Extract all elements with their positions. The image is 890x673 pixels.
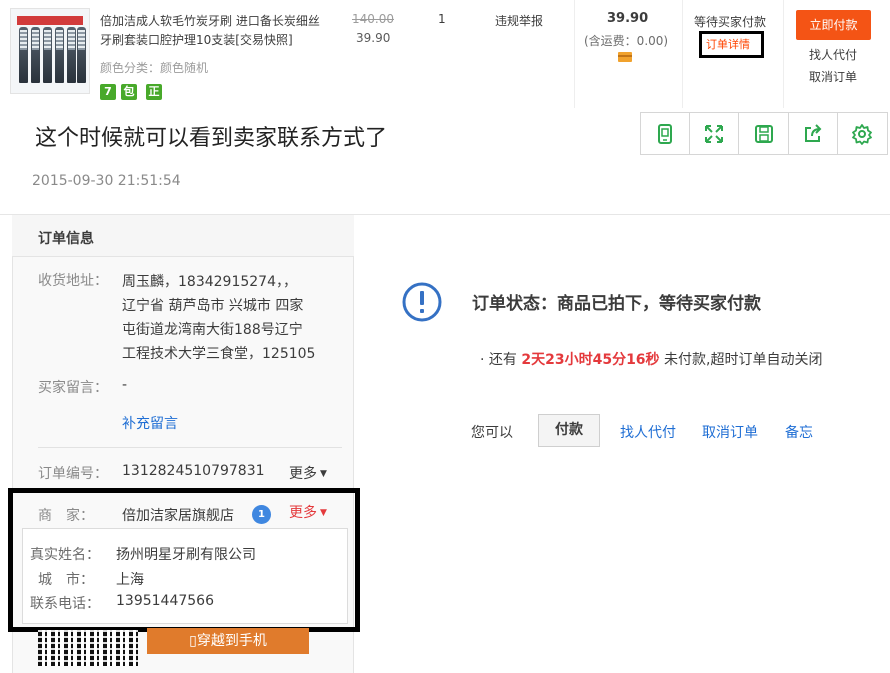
order-number: 1312824510797831 bbox=[122, 463, 265, 479]
product-title-line2: 牙刷套装口腔护理10支装[交易快照] bbox=[100, 33, 293, 47]
action-prompt: 您可以 bbox=[471, 425, 513, 441]
timestamp: 2015-09-30 21:51:54 bbox=[32, 173, 181, 189]
phone-icon[interactable] bbox=[641, 113, 691, 154]
order-number-label: 订单编号： bbox=[38, 466, 108, 482]
order-more-dropdown[interactable]: 更多 ▼ bbox=[289, 463, 327, 483]
countdown-prefix: · 还有 bbox=[480, 352, 522, 368]
report-violation-link[interactable]: 违规举报 bbox=[495, 12, 543, 29]
buyer-message-value: - bbox=[122, 377, 128, 393]
fullscreen-icon[interactable] bbox=[690, 113, 740, 154]
column-divider bbox=[783, 0, 784, 108]
seven-day-return-badge-icon[interactable]: 7 bbox=[100, 84, 116, 100]
pay-button[interactable]: 付款 bbox=[538, 414, 600, 447]
cancel-order-link[interactable]: 取消订单 bbox=[809, 68, 857, 85]
phone-icon: ▯ bbox=[189, 633, 197, 649]
tutorial-caption: 这个时候就可以看到卖家联系方式了 bbox=[35, 126, 388, 151]
save-icon[interactable] bbox=[739, 113, 789, 154]
buyer-message-label: 买家留言： bbox=[38, 380, 108, 396]
qr-code bbox=[38, 630, 138, 666]
address-line: 辽宁省 葫芦岛市 兴城市 四家 bbox=[122, 298, 304, 314]
memo-link[interactable]: 备忘 bbox=[785, 422, 813, 442]
order-status-title: 订单状态：商品已拍下，等待买家付款 bbox=[472, 294, 761, 314]
countdown-time: 2天23小时45分16秒 bbox=[521, 352, 660, 368]
send-to-phone-label: 穿越到手机 bbox=[196, 633, 267, 649]
free-shipping-badge-icon[interactable]: 包 bbox=[121, 84, 137, 100]
product-title-link[interactable]: 倍加洁成人软毛竹炭牙刷 进口备长炭细丝 牙刷套装口腔护理10支装[交易快照] bbox=[100, 12, 340, 50]
add-message-link[interactable]: 补充留言 bbox=[122, 413, 178, 433]
address-line: 屯街道龙湾南大街188号辽宁 bbox=[122, 322, 303, 338]
send-to-phone-button[interactable]: ▯穿越到手机 bbox=[147, 628, 309, 654]
order-status-text: 等待买家付款 bbox=[694, 15, 767, 29]
address-line: 工程技术大学三食堂，125105 bbox=[122, 346, 316, 362]
order-detail-link[interactable]: 订单详情 bbox=[706, 36, 750, 52]
shipping-fee: (含运费：0.00) bbox=[584, 34, 669, 48]
product-title-line1: 倍加洁成人软毛竹炭牙刷 进口备长炭细丝 bbox=[100, 14, 320, 28]
payment-countdown: · 还有 2天23小时45分16秒 未付款,超时订单自动关闭 bbox=[480, 349, 822, 369]
highlight-box bbox=[8, 488, 360, 632]
column-divider bbox=[682, 0, 683, 108]
product-thumbnail[interactable] bbox=[10, 8, 90, 94]
current-price: 39.90 bbox=[356, 31, 391, 45]
credit-card-icon bbox=[618, 52, 632, 62]
more-label: 更多 bbox=[289, 466, 317, 482]
share-icon[interactable] bbox=[789, 113, 838, 154]
find-payer-link[interactable]: 找人代付 bbox=[620, 422, 676, 442]
pay-now-button[interactable]: 立即付款 bbox=[796, 10, 871, 40]
panel-divider bbox=[38, 447, 342, 448]
quantity: 1 bbox=[438, 12, 446, 26]
address-line: 周玉麟，18342915274，， bbox=[122, 274, 297, 290]
floating-toolbar bbox=[640, 112, 888, 155]
order-info-title: 订单信息 bbox=[38, 231, 94, 247]
cancel-order-link[interactable]: 取消订单 bbox=[702, 422, 758, 442]
countdown-suffix: 未付款,超时订单自动关闭 bbox=[659, 352, 823, 368]
order-total: 39.90 bbox=[607, 11, 649, 26]
genuine-badge-icon[interactable]: 正 bbox=[146, 84, 162, 100]
address-label: 收货地址： bbox=[38, 273, 108, 289]
shipping-address: 周玉麟，18342915274，， 辽宁省 葫芦岛市 兴城市 四家 屯街道龙湾南… bbox=[122, 270, 340, 366]
column-divider bbox=[574, 0, 575, 108]
find-payer-link[interactable]: 找人代付 bbox=[809, 46, 857, 63]
product-sku: 颜色分类：颜色随机 bbox=[100, 61, 209, 75]
settings-icon[interactable] bbox=[838, 113, 887, 154]
original-price: 140.00 bbox=[352, 12, 394, 26]
chevron-down-icon: ▼ bbox=[320, 469, 327, 479]
alert-icon bbox=[402, 282, 442, 322]
